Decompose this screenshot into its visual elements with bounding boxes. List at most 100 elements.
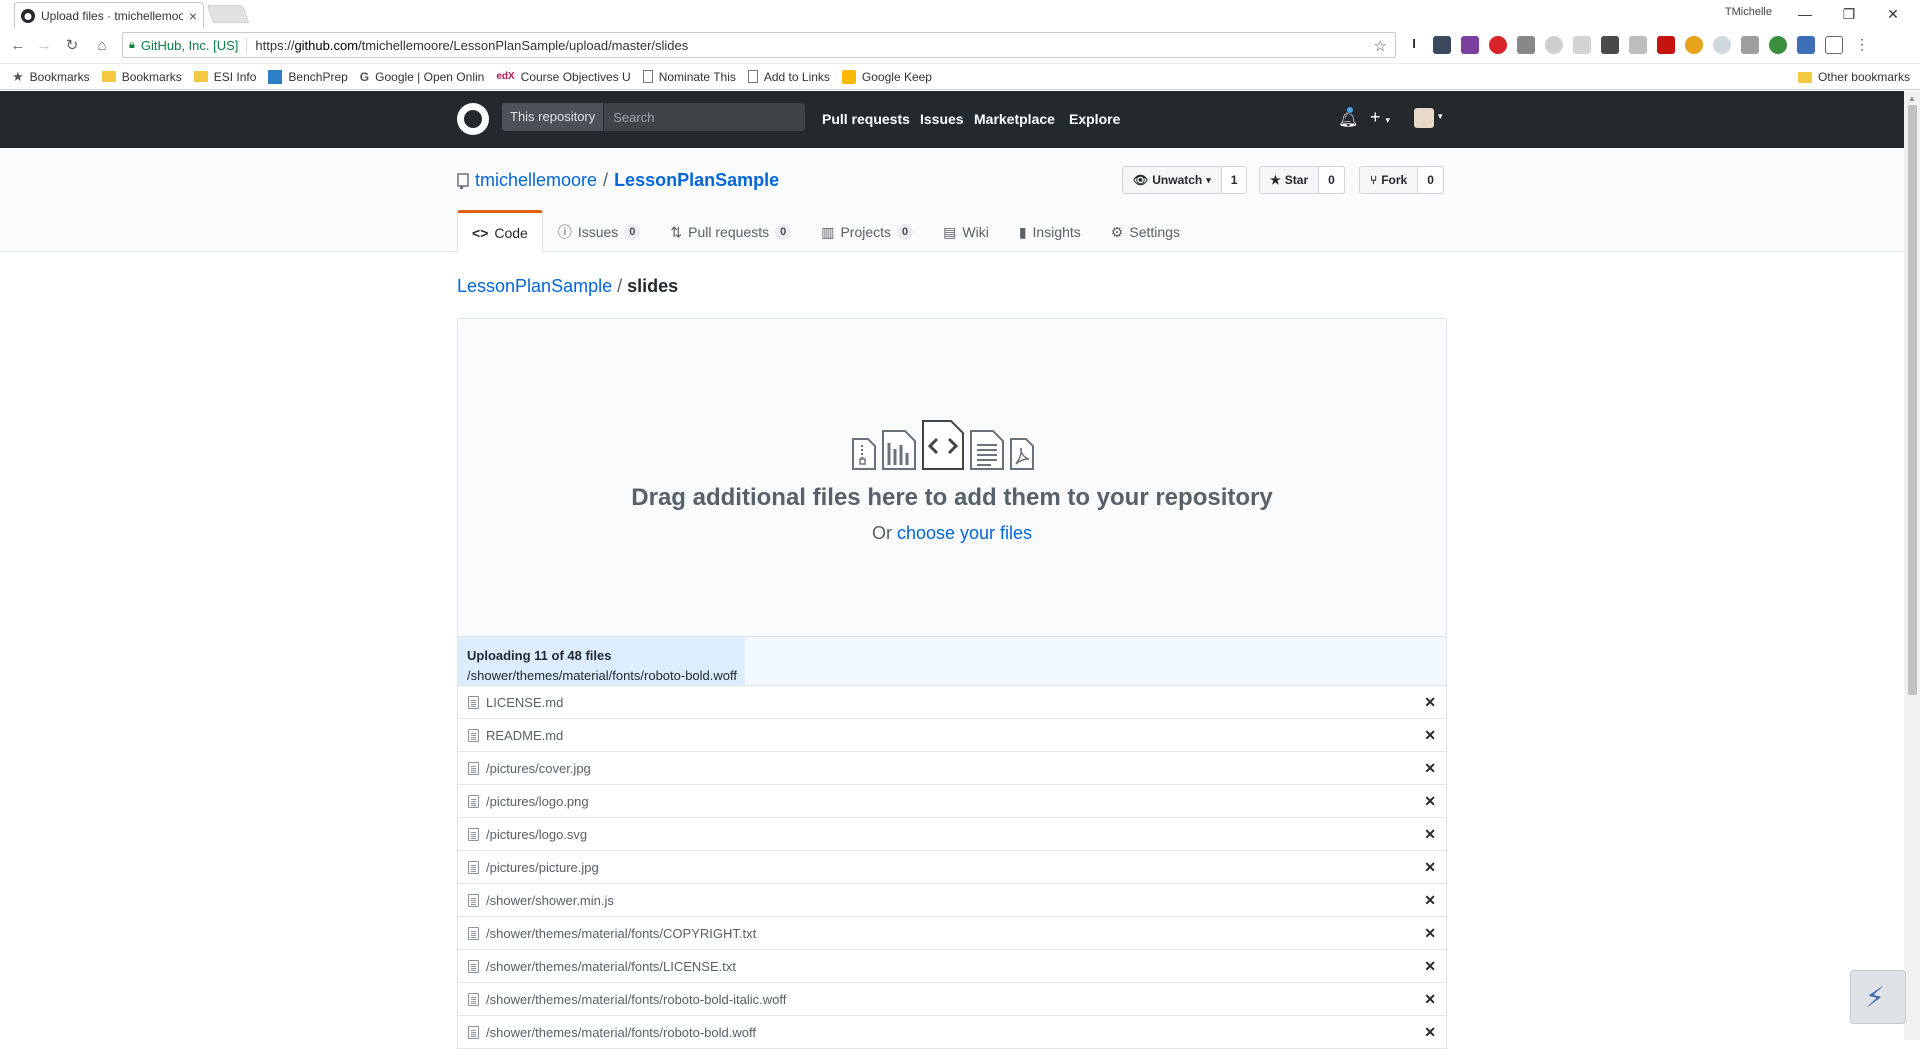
pinterest-icon[interactable] — [1489, 36, 1507, 54]
file-name: /shower/themes/material/fonts/LICENSE.tx… — [486, 958, 736, 974]
home-icon[interactable]: ⌂ — [92, 36, 112, 56]
extension-icon[interactable] — [1433, 36, 1451, 54]
bookmark-item[interactable]: ESI Info — [193, 70, 256, 84]
extension-icon[interactable] — [1741, 36, 1759, 54]
floating-extension-widget[interactable]: ⚡︎ — [1850, 970, 1906, 1024]
create-new-icon[interactable]: + ▾ — [1370, 107, 1390, 128]
remove-file-button[interactable]: ✕ — [1424, 727, 1436, 744]
remove-file-button[interactable]: ✕ — [1424, 1024, 1436, 1041]
page-scrollbar[interactable]: ▲ — [1904, 91, 1920, 1040]
bookmark-item[interactable]: Add to Links — [747, 69, 830, 84]
remove-file-button[interactable]: ✕ — [1424, 991, 1436, 1008]
tab-pull-requests[interactable]: ⇅ Pull requests 0 — [655, 210, 806, 252]
search-input[interactable] — [604, 109, 795, 125]
bookmark-item[interactable]: G Google | Open Onlin — [360, 70, 485, 84]
file-name: /pictures/logo.png — [486, 793, 589, 809]
address-bar[interactable]: 🔒︎ GitHub, Inc. [US] https://github.com/… — [122, 32, 1396, 58]
tab-insights[interactable]: ▮ Insights — [1004, 210, 1096, 252]
file-icon — [468, 992, 479, 1006]
tab-close-icon[interactable]: × — [189, 8, 197, 24]
forward-icon[interactable]: → — [34, 36, 54, 56]
bookmark-item[interactable]: Nominate This — [642, 70, 736, 84]
notification-bell-icon[interactable]: 🔔︎ — [1338, 106, 1358, 129]
minimize-button[interactable]: — — [1790, 4, 1820, 24]
watch-count[interactable]: 1 — [1221, 166, 1248, 194]
skype-icon[interactable] — [1713, 36, 1731, 54]
bookmark-item[interactable]: Bookmarks — [101, 70, 182, 84]
browser-tab-strip: Upload files · tmichellemoore × TMichell… — [0, 0, 1920, 28]
instapaper-icon[interactable]: I — [1405, 36, 1423, 54]
remove-file-button[interactable]: ✕ — [1424, 694, 1436, 711]
bookmark-item[interactable]: ★ Bookmarks — [12, 69, 90, 85]
fork-count[interactable]: 0 — [1418, 166, 1444, 194]
bookmark-label: Google | Open Onlin — [375, 69, 485, 84]
repo-name-link[interactable]: LessonPlanSample — [614, 170, 779, 191]
tab-projects[interactable]: ▥ Projects 0 — [806, 210, 928, 252]
remove-file-button[interactable]: ✕ — [1424, 826, 1436, 843]
tab-wiki[interactable]: ▤ Wiki — [928, 210, 1004, 252]
remove-file-button[interactable]: ✕ — [1424, 760, 1436, 777]
list-item: LICENSE.md ✕ — [458, 686, 1446, 719]
new-tab-button[interactable] — [206, 5, 250, 23]
remove-file-button[interactable]: ✕ — [1424, 793, 1436, 810]
remove-file-button[interactable]: ✕ — [1424, 892, 1436, 909]
github-logo-icon[interactable] — [457, 103, 489, 135]
bookmark-item[interactable]: Google Keep — [841, 69, 932, 84]
tab-code[interactable]: <> Code — [457, 210, 543, 252]
repo-owner-link[interactable]: tmichellemoore — [475, 170, 597, 191]
page-icon — [747, 70, 758, 83]
reload-icon[interactable]: ↻ — [62, 36, 82, 56]
restore-button[interactable]: ❐ — [1834, 4, 1864, 24]
avatar[interactable] — [1414, 108, 1434, 128]
star-count[interactable]: 0 — [1319, 166, 1345, 194]
fork-button[interactable]: ⑂ Fork — [1359, 166, 1419, 194]
remove-file-button[interactable]: ✕ — [1424, 958, 1436, 975]
bookmark-label: Add to Links — [763, 69, 830, 84]
bookmark-label: Bookmarks — [29, 69, 90, 84]
tab-settings[interactable]: ⚙︎ Settings — [1096, 210, 1195, 252]
nav-marketplace[interactable]: Marketplace — [974, 111, 1055, 127]
nav-pull-requests[interactable]: Pull requests — [822, 111, 910, 127]
other-bookmarks-label: Other bookmarks — [1817, 70, 1910, 84]
file-drop-zone[interactable]: Drag additional files here to add them t… — [457, 318, 1447, 636]
upload-progress: Uploading 11 of 48 files /shower/themes/… — [457, 636, 1447, 686]
folder-icon — [193, 71, 208, 82]
bookmark-item[interactable]: BenchPrep — [268, 69, 348, 84]
tab-issues[interactable]: ⓘ Issues 0 — [543, 210, 656, 252]
unwatch-button[interactable]: 👁︎ Unwatch ▾ — [1122, 166, 1222, 194]
onenote-icon[interactable] — [1461, 36, 1479, 54]
extension-icon[interactable] — [1685, 36, 1703, 54]
menu-icon[interactable]: ⋮ — [1853, 36, 1871, 54]
remove-file-button[interactable]: ✕ — [1424, 925, 1436, 942]
bookmark-item[interactable]: edX Course Objectives U — [496, 70, 630, 84]
breadcrumb-repo-link[interactable]: LessonPlanSample — [457, 276, 612, 296]
browser-tab[interactable]: Upload files · tmichellemoore × — [14, 2, 204, 28]
cast-icon[interactable] — [1825, 36, 1843, 54]
other-bookmarks[interactable]: Other bookmarks — [1797, 70, 1910, 84]
upload-file-list: LICENSE.md ✕ README.md ✕/pictures/cover.jpg… — [457, 686, 1447, 1049]
remove-file-button[interactable]: ✕ — [1424, 859, 1436, 876]
bookmark-star-icon[interactable]: ☆ — [1374, 37, 1387, 55]
extension-icon[interactable] — [1601, 36, 1619, 54]
extension-icon[interactable] — [1797, 36, 1815, 54]
nav-explore[interactable]: Explore — [1069, 111, 1120, 127]
extension-icon[interactable] — [1769, 36, 1787, 54]
eye-icon: 👁︎ — [1133, 173, 1149, 187]
extension-icon[interactable] — [1629, 36, 1647, 54]
scroll-up-icon[interactable]: ▲ — [1908, 94, 1916, 103]
url-text[interactable]: https://github.com/tmichellemoore/Lesson… — [255, 38, 688, 53]
choose-files-link[interactable]: choose your files — [897, 523, 1032, 543]
back-icon[interactable]: ← — [8, 36, 28, 56]
nav-issues[interactable]: Issues — [920, 111, 964, 127]
extension-icon[interactable] — [1545, 36, 1563, 54]
scrollbar-thumb[interactable] — [1908, 105, 1917, 695]
search-box[interactable]: This repository — [502, 103, 805, 131]
star-button[interactable]: ★ Star — [1259, 166, 1320, 194]
file-icon — [468, 794, 479, 808]
window-close-button[interactable]: ✕ — [1878, 4, 1908, 24]
extension-icon[interactable] — [1517, 36, 1535, 54]
chevron-down-icon[interactable]: ▾ — [1438, 111, 1443, 122]
cloud-icon[interactable] — [1573, 36, 1591, 54]
upload-status-title: Uploading 11 of 48 files — [467, 648, 612, 663]
acrobat-icon[interactable] — [1657, 36, 1675, 54]
